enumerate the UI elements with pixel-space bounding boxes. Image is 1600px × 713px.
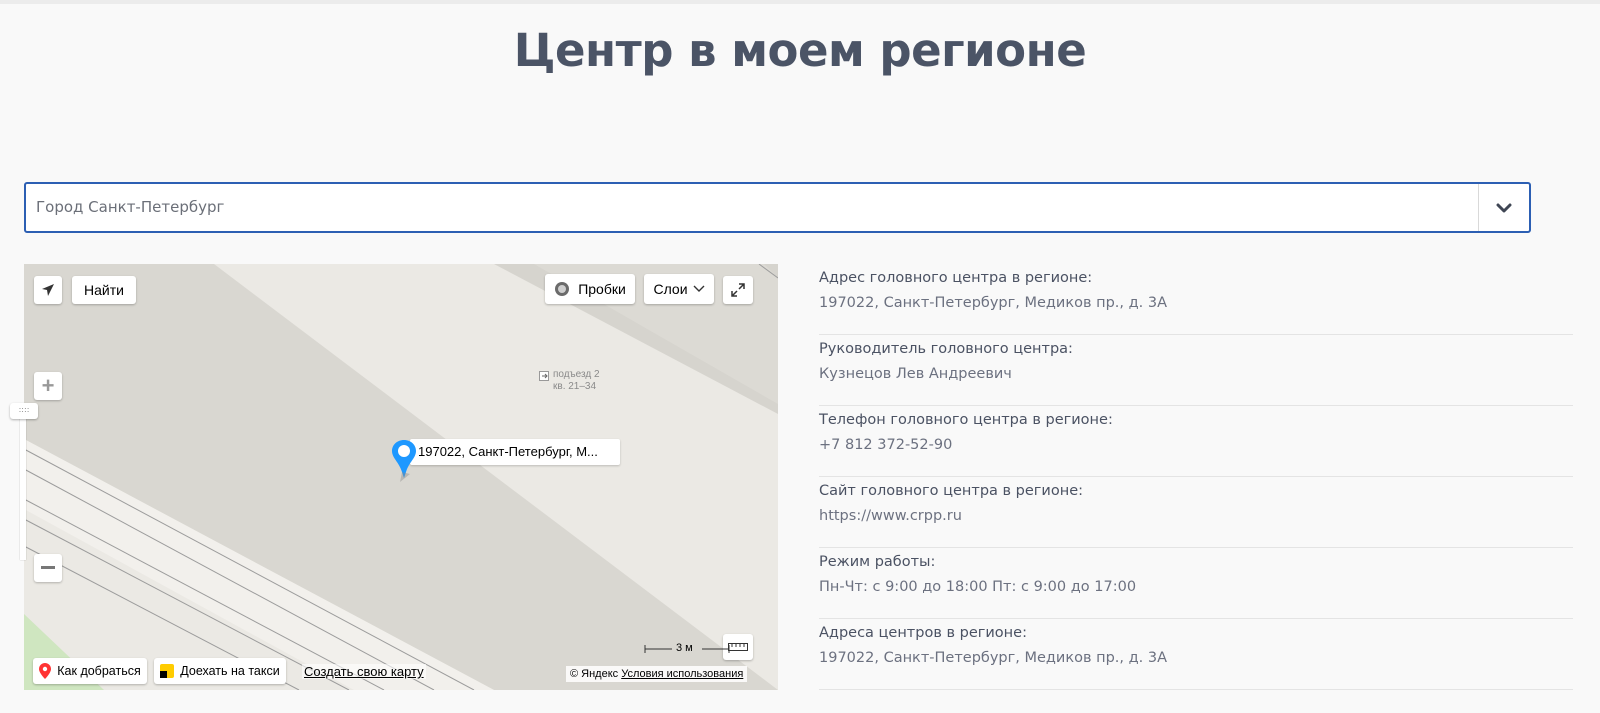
entrance-label: подъезд 2 кв. 21–34 — [539, 369, 600, 393]
map-pin-icon — [39, 663, 52, 679]
entrance-label-line1: подъезд 2 — [553, 369, 600, 380]
layers-button[interactable]: Слои — [644, 274, 714, 304]
info-centers: Адреса центров в регионе: 197022, Санкт-… — [819, 619, 1573, 690]
center-info: Адрес головного центра в регионе: 197022… — [819, 264, 1573, 690]
info-hours-label: Режим работы: — [819, 554, 936, 570]
taxi-button-label: Доехать на такси — [180, 664, 280, 678]
traffic-button[interactable]: Пробки — [545, 274, 635, 304]
info-head-value: Кузнецов Лев Андреевич — [819, 366, 1012, 382]
terms-link[interactable]: Условия использования — [621, 668, 743, 680]
minus-icon — [41, 566, 55, 569]
info-centers-label: Адреса центров в регионе: — [819, 625, 1027, 641]
entrance-icon — [539, 371, 549, 381]
taxi-button[interactable]: Доехать на такси — [154, 658, 286, 684]
expand-icon — [731, 283, 745, 297]
map-scale: 3 м — [644, 641, 730, 657]
info-phone: Телефон головного центра в регионе: +7 8… — [819, 406, 1573, 477]
placemark-label[interactable]: 197022, Санкт-Петербург, М... — [410, 439, 620, 465]
info-website-value[interactable]: https://www.crpp.ru — [819, 505, 1573, 527]
top-bar — [0, 0, 1600, 4]
region-select[interactable]: Город Санкт-Петербург — [24, 182, 1531, 233]
info-website-label: Сайт головного центра в регионе: — [819, 483, 1084, 499]
taxi-icon — [160, 664, 175, 678]
traffic-button-label: Пробки — [578, 281, 626, 297]
layers-button-label: Слои — [653, 281, 688, 297]
placemark-pin-icon[interactable] — [390, 438, 418, 482]
region-select-value: Город Санкт-Петербург — [36, 198, 225, 216]
traffic-icon — [555, 282, 570, 296]
map-copyright: © Яндекс Условия использования — [566, 666, 748, 682]
info-hours-value: Пн-Чт: с 9:00 до 18:00 Пт: с 9:00 до 17:… — [819, 579, 1137, 595]
info-centers-value: 197022, Санкт-Петербург, Медиков пр., д.… — [819, 650, 1168, 666]
copyright-text: © Яндекс — [570, 668, 619, 680]
zoom-slider-track[interactable] — [20, 405, 26, 560]
page-title: Центр в моем регионе — [513, 24, 1087, 77]
route-button[interactable]: Как добраться — [33, 658, 147, 684]
info-hours: Режим работы: Пн-Чт: с 9:00 до 18:00 Пт:… — [819, 548, 1573, 619]
chevron-down-icon — [693, 285, 705, 292]
fullscreen-button[interactable] — [723, 276, 753, 304]
zoom-slider-handle[interactable]: :::: — [10, 403, 38, 419]
ruler-icon — [728, 643, 748, 651]
zoom-in-button[interactable]: + — [34, 372, 62, 400]
find-button[interactable]: Найти — [72, 276, 136, 304]
map-scale-label: 3 м — [676, 642, 693, 654]
route-button-label: Как добраться — [57, 664, 141, 678]
info-address-value: 197022, Санкт-Петербург, Медиков пр., д.… — [819, 295, 1168, 311]
info-website: Сайт головного центра в регионе: https:/… — [819, 477, 1573, 548]
info-head: Руководитель головного центра: Кузнецов … — [819, 335, 1573, 406]
info-phone-value[interactable]: +7 812 372-52-90 — [819, 434, 1573, 456]
info-phone-label: Телефон головного центра в регионе: — [819, 412, 1113, 428]
info-head-label: Руководитель головного центра: — [819, 341, 1073, 357]
info-address-label: Адрес головного центра в регионе: — [819, 270, 1093, 286]
geolocation-button[interactable] — [34, 276, 62, 304]
zoom-out-button[interactable] — [34, 554, 62, 582]
create-map-link[interactable]: Создать свою карту — [302, 664, 426, 679]
plus-icon: + — [41, 373, 55, 398]
chevron-down-icon[interactable] — [1479, 184, 1529, 231]
entrance-label-line2: кв. 21–34 — [553, 381, 597, 392]
location-arrow-icon — [42, 284, 54, 296]
info-address: Адрес головного центра в регионе: 197022… — [819, 264, 1573, 335]
